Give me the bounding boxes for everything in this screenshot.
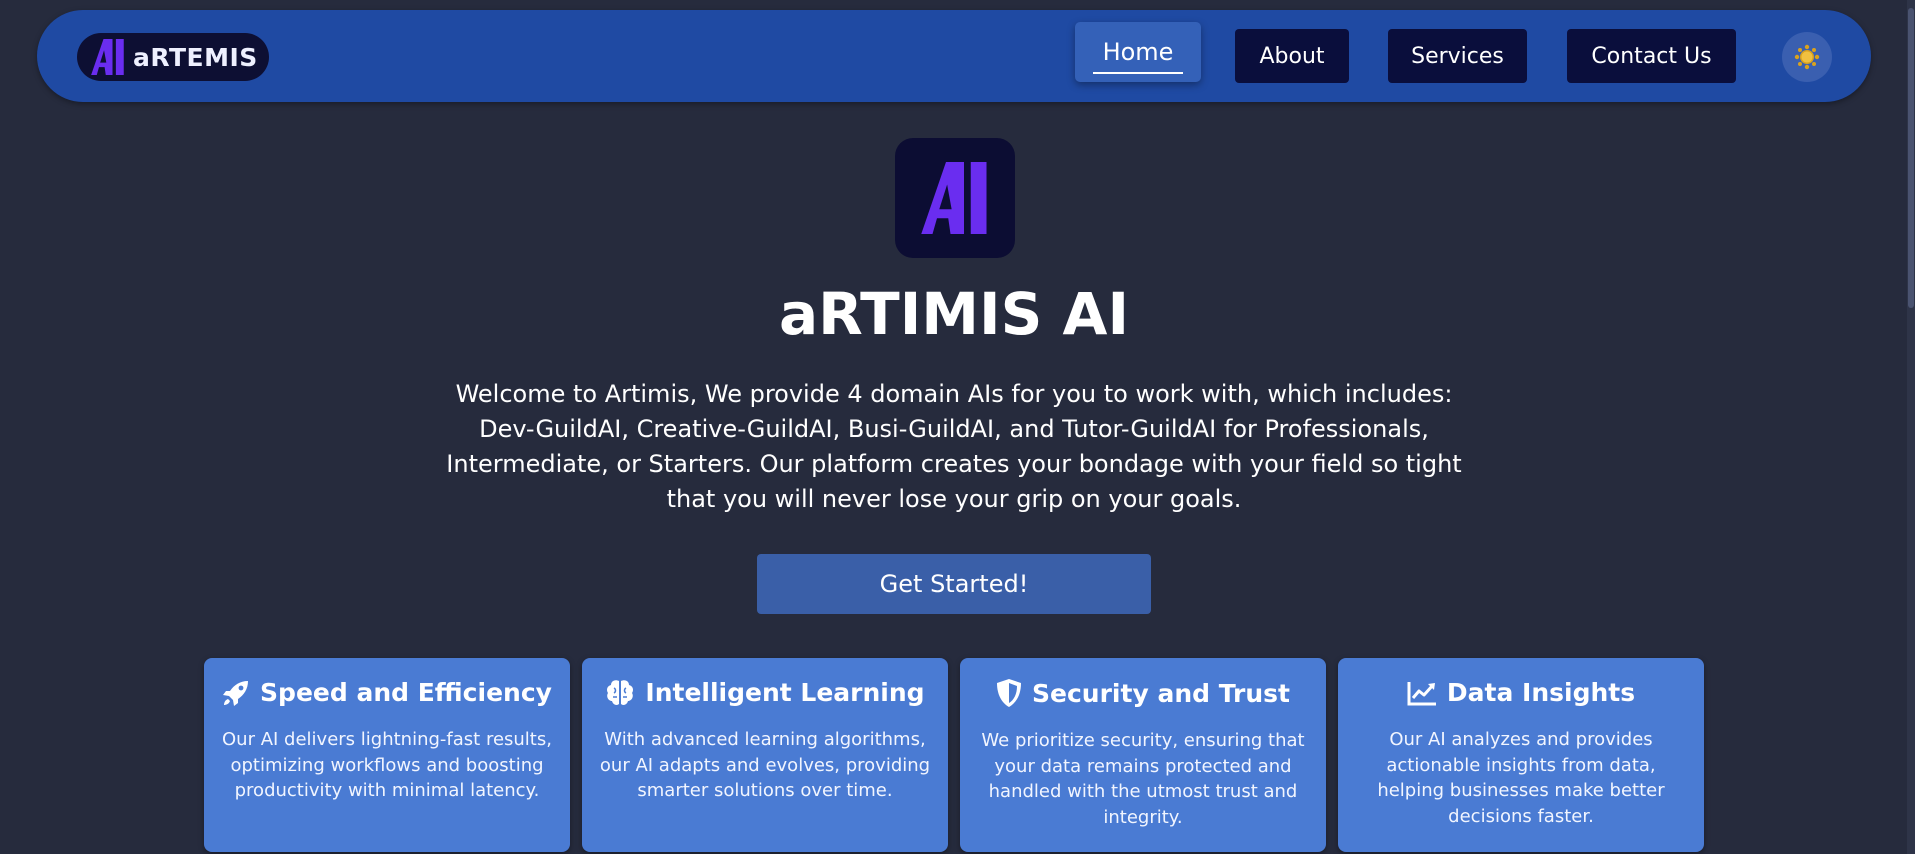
feature-card-header: Security and Trust bbox=[960, 678, 1326, 708]
feature-card-speed: Speed and Efficiency Our AI delivers lig… bbox=[204, 658, 570, 852]
feature-title: Speed and Efficiency bbox=[260, 678, 552, 707]
feature-text: We prioritize security, ensuring that yo… bbox=[981, 730, 1305, 828]
feature-title: Security and Trust bbox=[1032, 678, 1290, 708]
rocket-icon bbox=[223, 680, 249, 706]
brand-logo[interactable]: aRTEMIS bbox=[77, 33, 269, 81]
feature-title: Intelligent Learning bbox=[645, 678, 925, 707]
shield-icon bbox=[997, 679, 1022, 707]
get-started-button[interactable]: Get Started! bbox=[757, 554, 1151, 614]
hero-logo bbox=[895, 138, 1015, 258]
feature-card-header: Data Insights bbox=[1338, 678, 1704, 707]
nav-about-label: About bbox=[1259, 43, 1325, 69]
ai-logo-icon bbox=[921, 162, 987, 234]
top-navbar: aRTEMIS Home About Services Contact Us bbox=[37, 10, 1871, 102]
feature-text: With advanced learning algorithms, our A… bbox=[599, 729, 931, 801]
feature-card-insights: Data Insights Our AI analyzes and provid… bbox=[1338, 658, 1704, 852]
feature-card-header: Intelligent Learning bbox=[582, 678, 948, 707]
hero-description: Welcome to Artimis, We provide 4 domain … bbox=[446, 380, 1462, 513]
nav-home-label: Home bbox=[1102, 38, 1174, 66]
feature-title: Data Insights bbox=[1446, 678, 1636, 707]
nav-home-button[interactable]: Home bbox=[1075, 22, 1201, 82]
nav-contact-label: Contact Us bbox=[1591, 43, 1712, 69]
nav-services-label: Services bbox=[1411, 43, 1504, 69]
brain-icon bbox=[607, 679, 634, 705]
active-underline bbox=[1093, 72, 1183, 74]
nav-services-button[interactable]: Services bbox=[1388, 29, 1527, 83]
sun-icon bbox=[1794, 44, 1820, 70]
feature-text: Our AI delivers lightning-fast results, … bbox=[222, 729, 552, 801]
nav-contact-button[interactable]: Contact Us bbox=[1567, 29, 1736, 83]
ai-logo-icon bbox=[91, 39, 124, 75]
nav-about-button[interactable]: About bbox=[1235, 29, 1349, 83]
hero-title: aRTIMIS AI bbox=[778, 280, 1130, 348]
feature-card-security: Security and Trust We prioritize securit… bbox=[960, 658, 1326, 852]
chart-line-icon bbox=[1407, 681, 1436, 705]
page-scrollbar[interactable] bbox=[1907, 0, 1915, 854]
feature-card-learning: Intelligent Learning With advanced learn… bbox=[582, 658, 948, 852]
brand-name: aRTEMIS bbox=[133, 42, 258, 72]
feature-card-header: Speed and Efficiency bbox=[204, 678, 570, 707]
theme-toggle-button[interactable] bbox=[1782, 32, 1832, 82]
feature-text: Our AI analyzes and provides actionable … bbox=[1377, 729, 1665, 827]
scrollbar-thumb[interactable] bbox=[1908, 8, 1914, 308]
